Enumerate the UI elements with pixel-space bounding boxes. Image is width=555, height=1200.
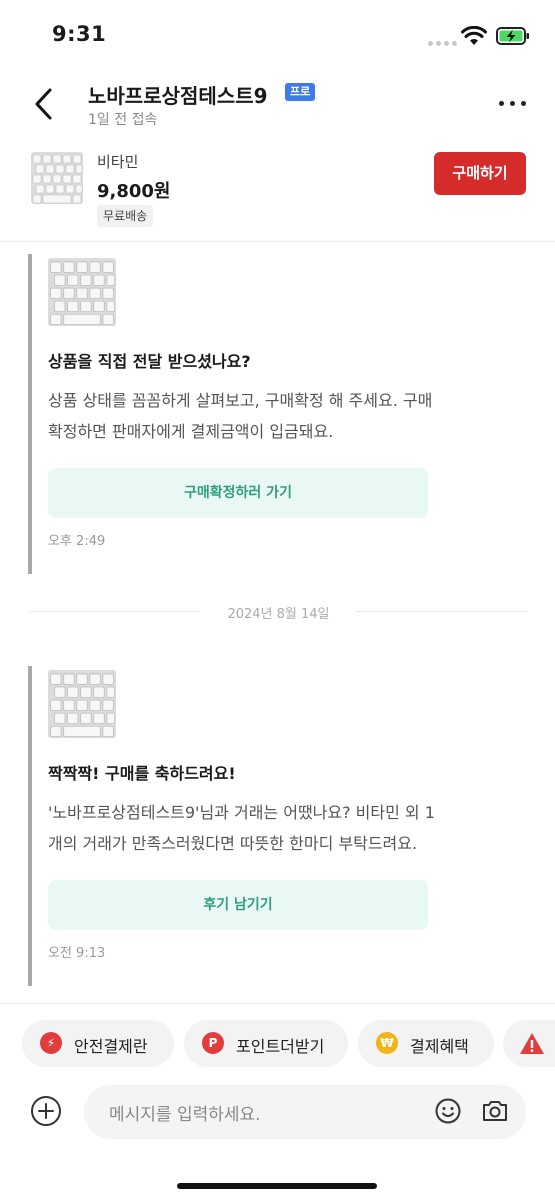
message-card-confirm-purchase: 상품을 직접 전달 받으셨나요? 상품 상태를 꼼꼼하게 살펴보고, 구매확정 … bbox=[28, 254, 448, 574]
back-button[interactable] bbox=[26, 84, 66, 124]
battery-charging-icon bbox=[496, 27, 529, 45]
message-timestamp: 오후 2:49 bbox=[48, 534, 106, 549]
status-bar: 9:31 bbox=[0, 0, 555, 70]
home-indicator bbox=[177, 1183, 377, 1189]
more-options-button[interactable] bbox=[493, 92, 533, 116]
shop-name[interactable]: 노바프로상점테스트9 bbox=[88, 80, 268, 109]
last-seen-status: 1일 전 접속 bbox=[88, 112, 158, 128]
message-title: 짝짝짝! 구매를 축하드려요! bbox=[48, 764, 236, 783]
message-product-thumbnail[interactable] bbox=[48, 258, 116, 326]
date-divider: 2024년 8월 14일 bbox=[30, 600, 527, 624]
quick-action-bar: ⚡ 안전결제란 P 포인트더받기 ₩ 결제혜택 bbox=[0, 1003, 555, 1085]
buy-button[interactable]: 구매하기 bbox=[434, 152, 526, 195]
chip-safe-payment[interactable]: ⚡ 안전결제란 bbox=[22, 1020, 174, 1067]
product-thumbnail[interactable] bbox=[31, 152, 83, 204]
chip-label: 포인트더받기 bbox=[236, 1037, 325, 1056]
point-p-icon: P bbox=[202, 1032, 224, 1054]
message-product-thumbnail[interactable] bbox=[48, 670, 116, 738]
won-coin-icon: ₩ bbox=[376, 1032, 398, 1054]
message-input-placeholder: 메시지를 입력하세요. bbox=[109, 1105, 261, 1125]
free-shipping-badge: 무료배송 bbox=[97, 205, 154, 227]
message-body: 상품 상태를 꼼꼼하게 살펴보고, 구매확정 해 주세요. 구매확정하면 판매자… bbox=[48, 391, 433, 441]
product-name: 비타민 bbox=[97, 153, 139, 171]
message-timestamp: 오전 9:13 bbox=[48, 946, 106, 961]
message-body: '노바프로상점테스트9'님과 거래는 어땠나요? 비타민 외 1개의 거래가 만… bbox=[48, 803, 435, 853]
chip-label: 결제혜택 bbox=[410, 1037, 469, 1056]
warning-icon bbox=[520, 1033, 544, 1054]
product-summary[interactable]: 비타민 9,800원 무료배송 구매하기 bbox=[0, 142, 555, 242]
chat-header: 노바프로상점테스트9 프로 1일 전 접속 bbox=[0, 70, 555, 142]
camera-icon bbox=[483, 1101, 507, 1121]
date-divider-label: 2024년 8월 14일 bbox=[227, 607, 330, 622]
write-review-button[interactable]: 후기 남기기 bbox=[48, 880, 428, 930]
chip-payment-benefits[interactable]: ₩ 결제혜택 bbox=[358, 1020, 494, 1067]
message-input-bar: 메시지를 입력하세요. bbox=[0, 1085, 555, 1145]
signal-icon bbox=[428, 38, 458, 46]
chip-more-points[interactable]: P 포인트더받기 bbox=[184, 1020, 348, 1067]
emoji-button[interactable] bbox=[434, 1097, 462, 1125]
pro-badge: 프로 bbox=[285, 83, 316, 101]
message-title: 상품을 직접 전달 받으셨나요? bbox=[48, 352, 251, 371]
plus-circle-icon bbox=[31, 1096, 61, 1126]
camera-button[interactable] bbox=[481, 1097, 509, 1125]
chip-label: 안전결제란 bbox=[74, 1037, 148, 1056]
wifi-icon bbox=[461, 26, 487, 45]
chip-warning[interactable] bbox=[503, 1020, 555, 1067]
status-time: 9:31 bbox=[52, 22, 107, 46]
chevron-left-icon bbox=[35, 88, 52, 120]
smile-icon bbox=[435, 1098, 461, 1124]
attach-button[interactable] bbox=[30, 1095, 62, 1127]
product-price: 9,800원 bbox=[97, 181, 171, 202]
message-card-review-request: 짝짝짝! 구매를 축하드려요! '노바프로상점테스트9'님과 거래는 어땠나요?… bbox=[28, 666, 448, 986]
lightning-icon: ⚡ bbox=[40, 1032, 62, 1054]
confirm-purchase-button[interactable]: 구매확정하러 가기 bbox=[48, 468, 428, 518]
